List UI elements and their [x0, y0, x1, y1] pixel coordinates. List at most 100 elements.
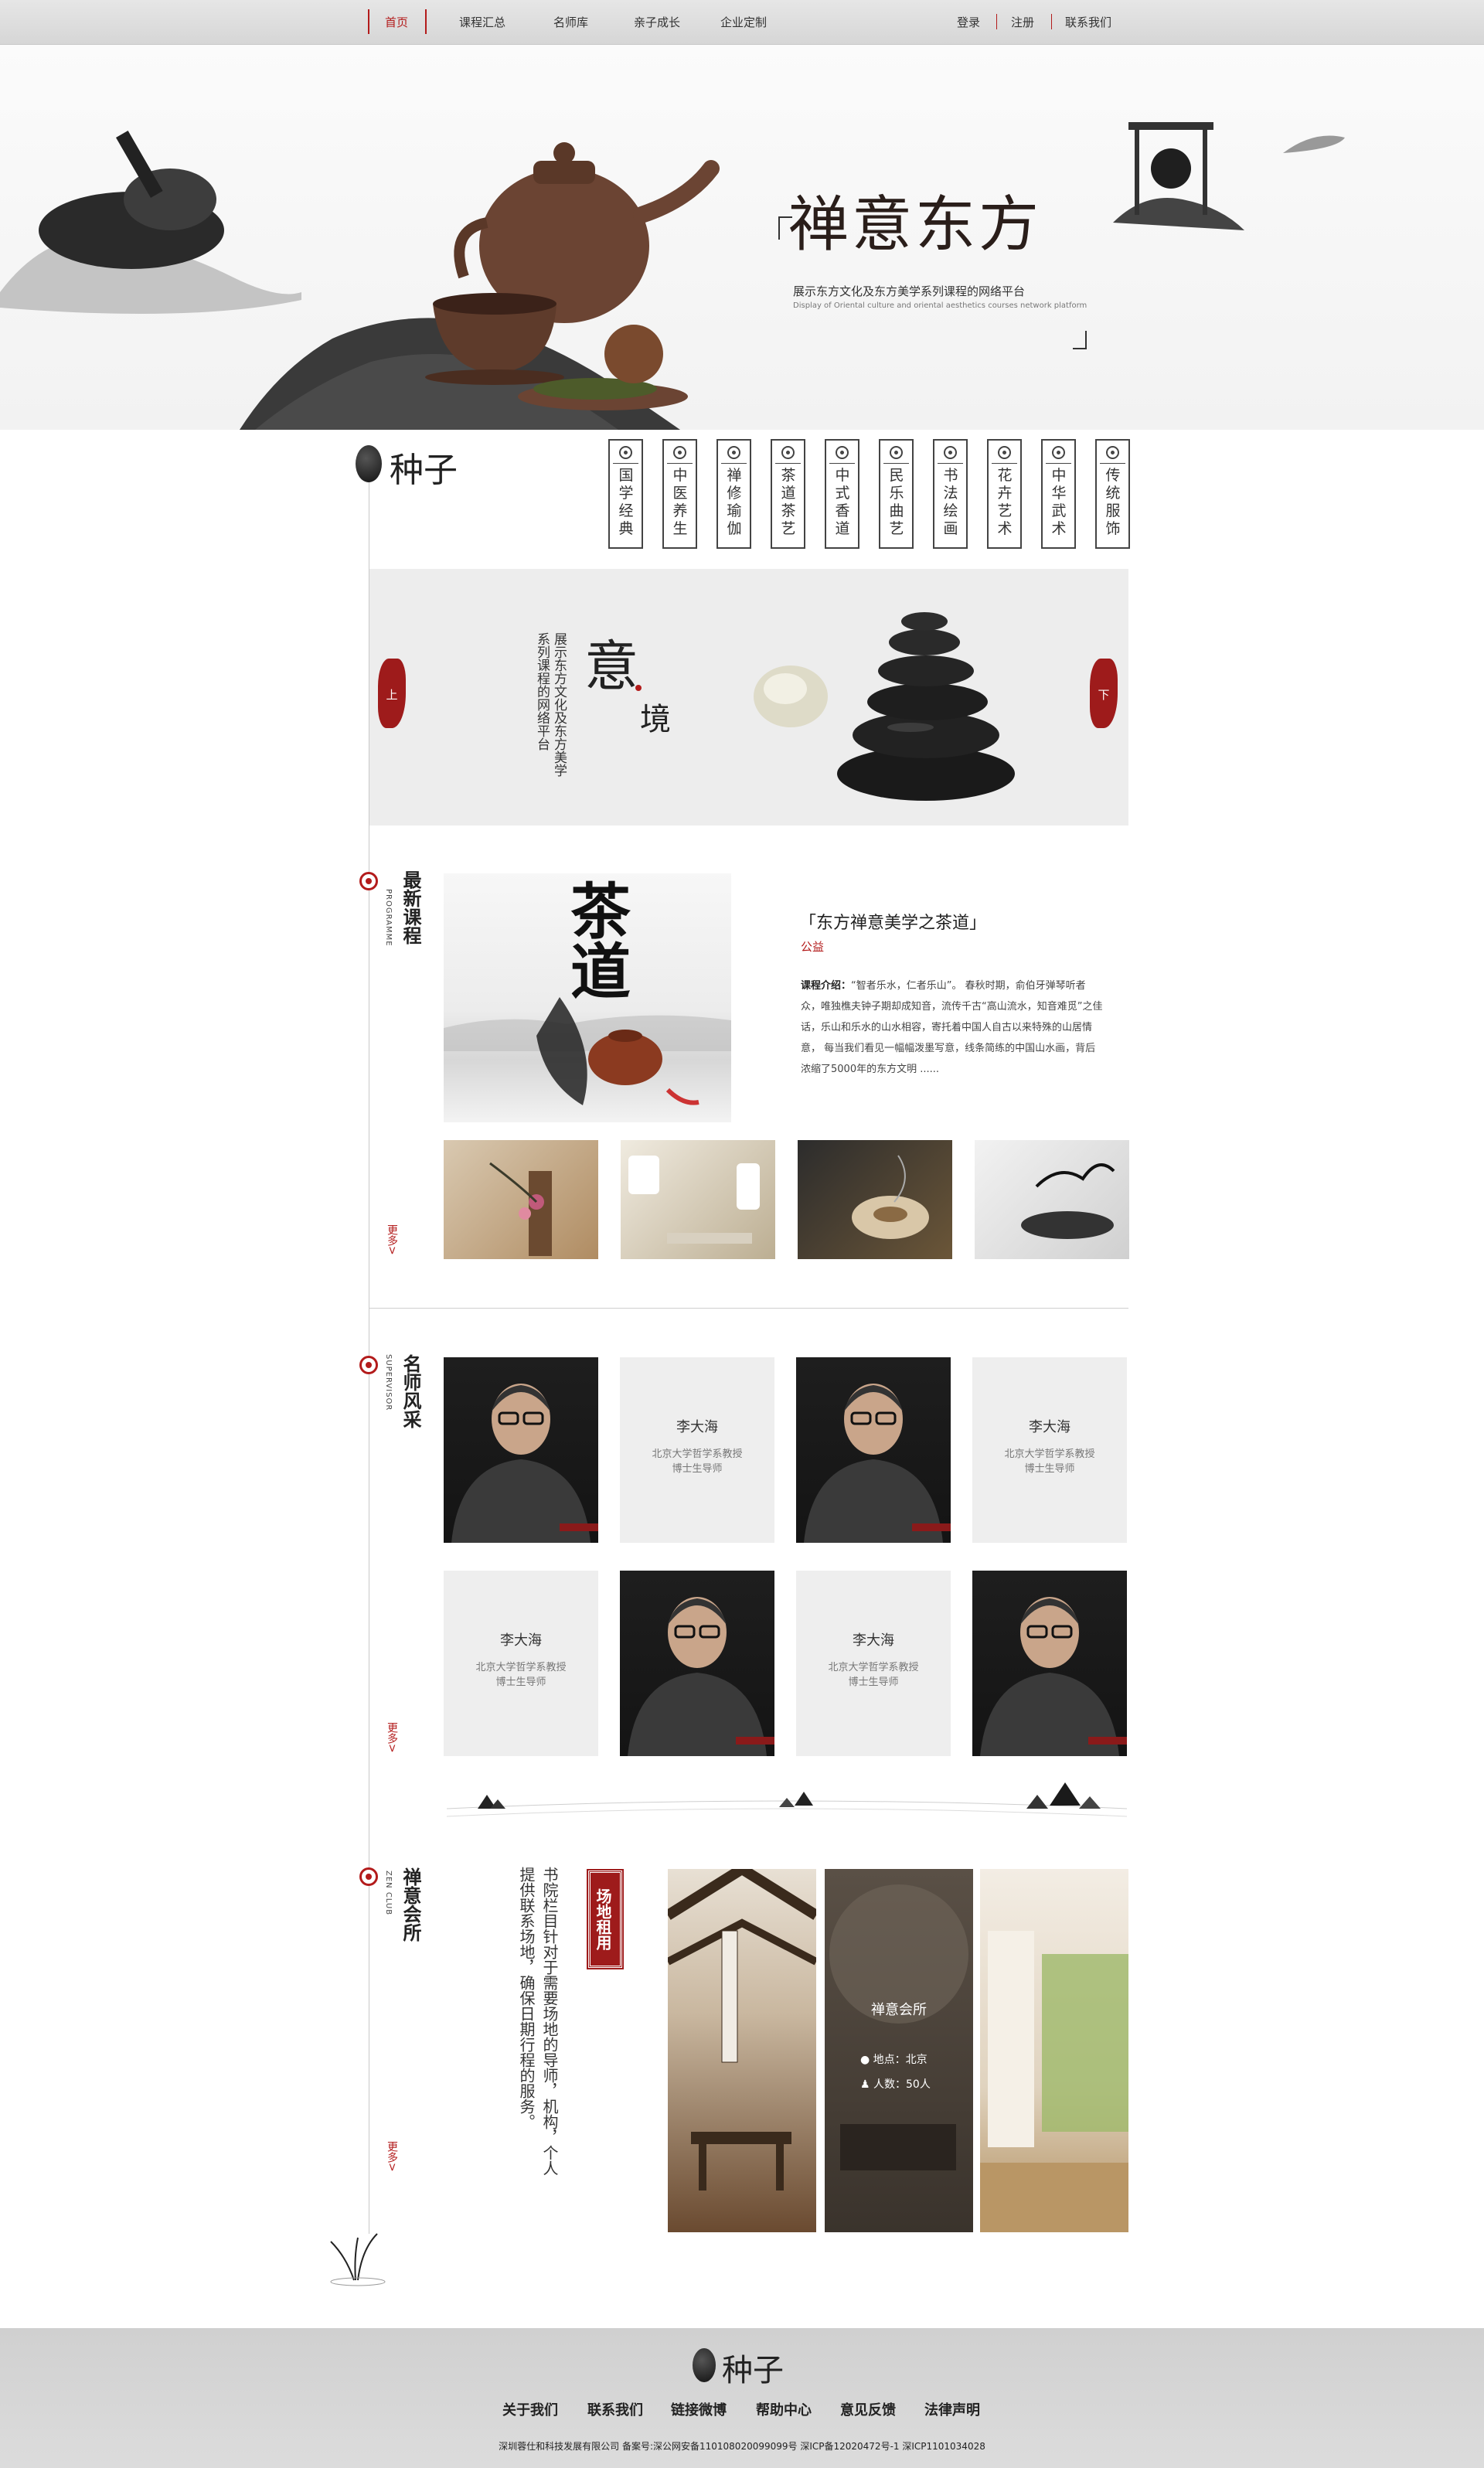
- teacher-portrait: [451, 1384, 598, 1543]
- section-marker: [359, 872, 378, 890]
- teacher-portrait: [980, 1597, 1127, 1756]
- section-divider: [369, 1308, 1128, 1309]
- nav-home[interactable]: 首页: [385, 14, 408, 30]
- courses-title: 最新课程: [400, 870, 422, 945]
- teacher-name: 李大海: [676, 1419, 718, 1435]
- teachers-title-en: SUPERVISOR: [384, 1354, 393, 1411]
- club-title-en: ZEN CLUB: [384, 1871, 393, 1916]
- category-tab[interactable]: 民乐曲艺: [879, 439, 914, 549]
- teacher-title: 北京大学哲学系教授: [1004, 1448, 1095, 1460]
- category-label: 中华武术: [1051, 467, 1067, 537]
- club-description: 书院栏目针对于需要场地的导师，机构，个人提供联系场地，确保日期行程的服务。: [517, 1867, 559, 2176]
- category-label: 国学经典: [618, 467, 634, 537]
- footer-link[interactable]: 联系我们: [587, 2399, 643, 2419]
- featured-course-description: 课程介绍：“智者乐水，仁者乐山”。 春秋时期，俞伯牙弹琴听者众，唯独樵夫钟子期却…: [801, 975, 1105, 1080]
- seed-logo-icon[interactable]: [356, 445, 382, 482]
- category-label: 禅修瑜伽: [727, 467, 742, 537]
- venue-rental-badge[interactable]: 场地租用: [587, 1869, 624, 1969]
- category-label: 中医养生: [672, 467, 688, 537]
- yijing-dot: [635, 685, 642, 691]
- category-label: 中式香道: [835, 467, 850, 537]
- club-image-room[interactable]: [980, 1869, 1128, 2232]
- teacher-card[interactable]: 李大海 北京大学哲学系教授 博士生导师: [796, 1571, 951, 1756]
- club-card-center[interactable]: 禅意会所 ● 地点：北京 ♟ 人数：50人: [825, 1869, 973, 2232]
- footer-link[interactable]: 意见反馈: [840, 2399, 896, 2419]
- category-label: 民乐曲艺: [889, 467, 904, 537]
- category-dot-icon: [1052, 446, 1065, 459]
- footer-link[interactable]: 关于我们: [502, 2399, 558, 2419]
- featured-course-calligraphy: 茶道: [560, 880, 631, 1000]
- featured-course-tag: 公益: [801, 940, 825, 954]
- orchid-icon: [330, 2233, 386, 2286]
- course-desc-label: 课程介绍：: [801, 980, 852, 992]
- nav-contact[interactable]: 联系我们: [1065, 14, 1111, 30]
- brand-logo-text[interactable]: 种子: [390, 442, 458, 492]
- nav-courses[interactable]: 课程汇总: [459, 14, 505, 30]
- person-icon: ♟: [860, 2078, 870, 2091]
- prev-button[interactable]: 上: [378, 659, 406, 728]
- teacher-photo[interactable]: [620, 1571, 774, 1756]
- nav-separator: [996, 14, 997, 29]
- course-thumb-calligraphy[interactable]: [621, 1140, 775, 1259]
- category-tab[interactable]: 中式香道: [825, 439, 859, 549]
- category-tab[interactable]: 传统服饰: [1095, 439, 1130, 549]
- teacher-portrait: [628, 1597, 774, 1756]
- category-divider: [667, 463, 693, 464]
- club-location: 地点：北京: [873, 2054, 928, 2066]
- category-tab[interactable]: 茶道茶艺: [771, 439, 805, 549]
- teacher-card[interactable]: 李大海 北京大学哲学系教授 博士生导师: [444, 1571, 598, 1756]
- yijing-char-jing: 境: [640, 702, 671, 737]
- teacher-subtitle: 博士生导师: [848, 1677, 899, 1688]
- category-divider: [938, 463, 963, 464]
- course-thumb-ink[interactable]: [975, 1140, 1129, 1259]
- courses-more-link[interactable]: 更多>: [384, 1224, 400, 1255]
- footer-link[interactable]: 法律声明: [924, 2399, 980, 2419]
- nav-parenting[interactable]: 亲子成长: [634, 14, 680, 30]
- course-thumb-incense[interactable]: [798, 1140, 952, 1259]
- location-pin-icon: ●: [860, 2054, 870, 2066]
- course-desc-text: “智者乐水，仁者乐山”。 春秋时期，俞伯牙弹琴听者众，唯独樵夫钟子期却成知音，流…: [801, 980, 1103, 1075]
- teachers-more-link[interactable]: 更多>: [384, 1722, 400, 1753]
- club-people: 人数：50人: [873, 2078, 931, 2091]
- category-tab[interactable]: 中医养生: [662, 439, 697, 549]
- category-tab[interactable]: 书法绘画: [933, 439, 968, 549]
- footer-link[interactable]: 帮助中心: [756, 2399, 812, 2419]
- category-dot-icon: [619, 446, 632, 459]
- club-more-link[interactable]: 更多>: [384, 2141, 400, 2172]
- teacher-subtitle: 博士生导师: [672, 1463, 723, 1475]
- category-dot-icon: [836, 446, 849, 459]
- teacher-name: 李大海: [853, 1632, 894, 1649]
- category-tab[interactable]: 禅修瑜伽: [716, 439, 751, 549]
- category-tab[interactable]: 国学经典: [608, 439, 643, 549]
- teacher-photo[interactable]: [796, 1357, 951, 1543]
- category-tab[interactable]: 中华武术: [1041, 439, 1076, 549]
- category-label: 书法绘画: [943, 467, 958, 537]
- category-dot-icon: [998, 446, 1011, 459]
- people-row: ♟ 人数：50人: [860, 2076, 931, 2092]
- banner-title: 禅意东方: [788, 190, 1043, 260]
- teacher-card[interactable]: 李大海 北京大学哲学系教授 博士生导师: [620, 1357, 774, 1543]
- nav-enterprise[interactable]: 企业定制: [720, 14, 767, 30]
- teacher-photo[interactable]: [444, 1357, 598, 1543]
- featured-course-title[interactable]: 「东方禅意美学之茶道」: [799, 909, 986, 934]
- next-button[interactable]: 下: [1090, 659, 1118, 728]
- club-center-name: 禅意会所: [871, 2002, 927, 2018]
- club-image-hall[interactable]: [668, 1869, 816, 2232]
- teacher-subtitle: 博士生导师: [495, 1677, 546, 1688]
- category-divider: [883, 463, 909, 464]
- category-dot-icon: [944, 446, 957, 459]
- nav-register[interactable]: 注册: [1011, 14, 1034, 30]
- nav-login[interactable]: 登录: [957, 14, 980, 30]
- course-thumb-flower[interactable]: [444, 1140, 598, 1259]
- banner-artwork: [0, 122, 1345, 430]
- teacher-card[interactable]: 李大海 北京大学哲学系教授 博士生导师: [972, 1357, 1127, 1543]
- location-row: ● 地点：北京: [860, 2051, 928, 2067]
- category-dot-icon: [1106, 446, 1119, 459]
- category-dot-icon: [890, 446, 903, 459]
- featured-course-image[interactable]: 茶道: [444, 873, 731, 1122]
- category-tab[interactable]: 花卉艺术: [987, 439, 1022, 549]
- teacher-photo[interactable]: [972, 1571, 1127, 1756]
- nav-teachers[interactable]: 名师库: [553, 14, 588, 30]
- footer-seed-logo-icon: [693, 2348, 716, 2382]
- footer-link[interactable]: 链接微博: [671, 2399, 727, 2419]
